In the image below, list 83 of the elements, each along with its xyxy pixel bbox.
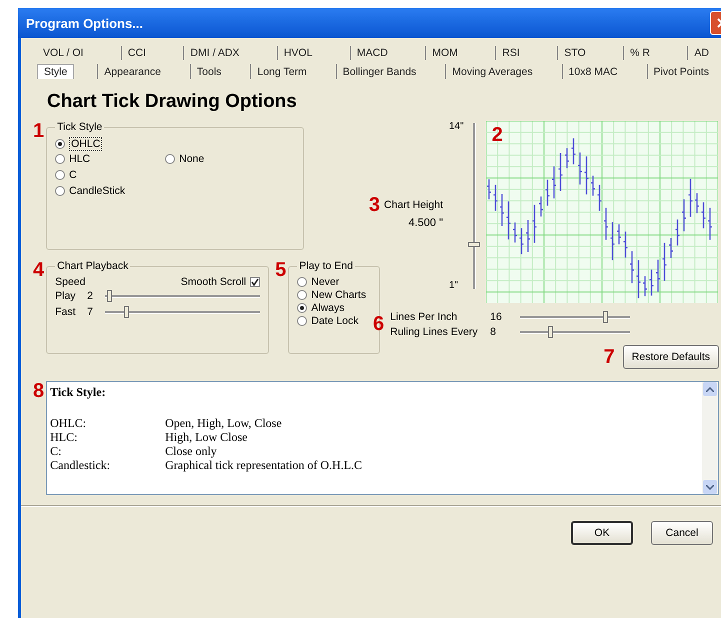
help-term: Candlestick: [50, 458, 112, 472]
tab[interactable]: RSI [495, 46, 526, 60]
help-term: C: [50, 444, 62, 458]
help-term: HLC: [50, 430, 78, 444]
annotation-number: 1 [33, 121, 44, 141]
radio-button[interactable] [165, 154, 176, 164]
group-label: Chart Playback [56, 260, 130, 272]
checkbox[interactable] [250, 277, 260, 287]
annotation-number: 6 [373, 314, 384, 334]
tab[interactable]: HVOL [276, 46, 318, 60]
annotation-number: 2 [492, 125, 503, 145]
tab[interactable]: MACD [350, 46, 394, 60]
dialog-button[interactable]: Cancel [651, 521, 713, 545]
annotation-number: 4 [33, 260, 44, 280]
annotation-number: 8 [33, 381, 44, 404]
option-label[interactable]: Always [311, 302, 345, 314]
annotation-number: 7 [604, 347, 615, 367]
slider-value: 16 [490, 310, 503, 322]
page-heading: Chart Tick Drawing Options [47, 91, 298, 113]
min-label: 1" [449, 280, 460, 291]
option-label[interactable]: Never [311, 276, 340, 288]
slider-value: 8 [490, 326, 497, 338]
chart-height-label: Chart Height [384, 199, 443, 211]
option-label[interactable]: Date Lock [311, 315, 359, 327]
radio-button[interactable] [297, 316, 308, 326]
slider-value: 2 [87, 290, 94, 302]
tab[interactable]: AD [687, 46, 715, 60]
help-description: Graphical tick representation of O.H.L.C [165, 458, 364, 472]
option-label[interactable]: OHLC [69, 137, 102, 151]
tab[interactable]: Tools [190, 64, 228, 79]
tab[interactable]: CCI [120, 46, 152, 60]
slider-label: Ruling Lines Every [390, 326, 479, 338]
slider-thumb[interactable] [468, 242, 480, 248]
tab[interactable]: % R [623, 46, 656, 60]
tab[interactable]: Long Term [250, 64, 313, 79]
slider-label: Play [55, 290, 77, 302]
radio-button[interactable] [55, 139, 66, 149]
scroll-down-icon[interactable] [703, 480, 717, 494]
option-label[interactable]: C [69, 169, 77, 181]
window-title: Program Options... [26, 16, 144, 30]
speed-label: Speed [55, 276, 86, 288]
radio-button[interactable] [297, 290, 308, 300]
group-label: Tick Style [56, 121, 104, 133]
radio-button[interactable] [55, 154, 66, 164]
tab[interactable]: DMI / ADX [183, 46, 246, 60]
max-label: 14" [449, 121, 464, 132]
tab[interactable]: Pivot Points [646, 64, 715, 79]
tab[interactable]: Moving Averages [445, 64, 539, 79]
tab[interactable]: Appearance [97, 64, 167, 79]
restore-defaults-button[interactable]: Restore Defaults [622, 345, 719, 369]
help-title: Tick Style: [50, 385, 107, 400]
slider-thumb[interactable] [602, 310, 608, 322]
option-label[interactable]: CandleStick [69, 185, 126, 197]
option-label[interactable]: HLC [69, 153, 90, 165]
help-description: High, Low Close [165, 430, 248, 444]
annotation-number: 3 [368, 195, 380, 215]
tab[interactable]: MOM [425, 46, 464, 60]
slider-thumb[interactable] [106, 290, 112, 302]
chart-height-value: 4.500 " [408, 217, 443, 229]
slider-thumb[interactable] [124, 306, 129, 318]
dialog-button[interactable]: OK [571, 521, 633, 545]
tab[interactable]: Style [37, 64, 74, 79]
help-description: Open, High, Low, Close [165, 416, 283, 430]
option-label[interactable]: None [179, 153, 204, 165]
help-description: Close only [165, 444, 218, 458]
option-label: Smooth Scroll [180, 276, 246, 288]
radio-button[interactable] [55, 186, 66, 196]
tab[interactable]: VOL / OI [37, 46, 90, 60]
tab[interactable]: Bollinger Bands [336, 64, 422, 79]
slider-value: 7 [87, 306, 94, 318]
radio-button[interactable] [297, 303, 308, 313]
group-label: Play to End [298, 260, 354, 272]
annotation-number: 5 [275, 260, 286, 280]
slider-label: Lines Per Inch [390, 310, 458, 322]
scroll-up-icon[interactable] [703, 382, 717, 396]
slider-thumb[interactable] [548, 326, 553, 338]
slider-label: Fast [55, 306, 77, 318]
tab[interactable]: STO [557, 46, 592, 60]
radio-button[interactable] [297, 277, 308, 287]
option-label[interactable]: New Charts [311, 289, 366, 301]
radio-button[interactable] [55, 170, 66, 180]
help-term: OHLC: [50, 416, 88, 430]
tab[interactable]: 10x8 MAC [562, 64, 624, 79]
